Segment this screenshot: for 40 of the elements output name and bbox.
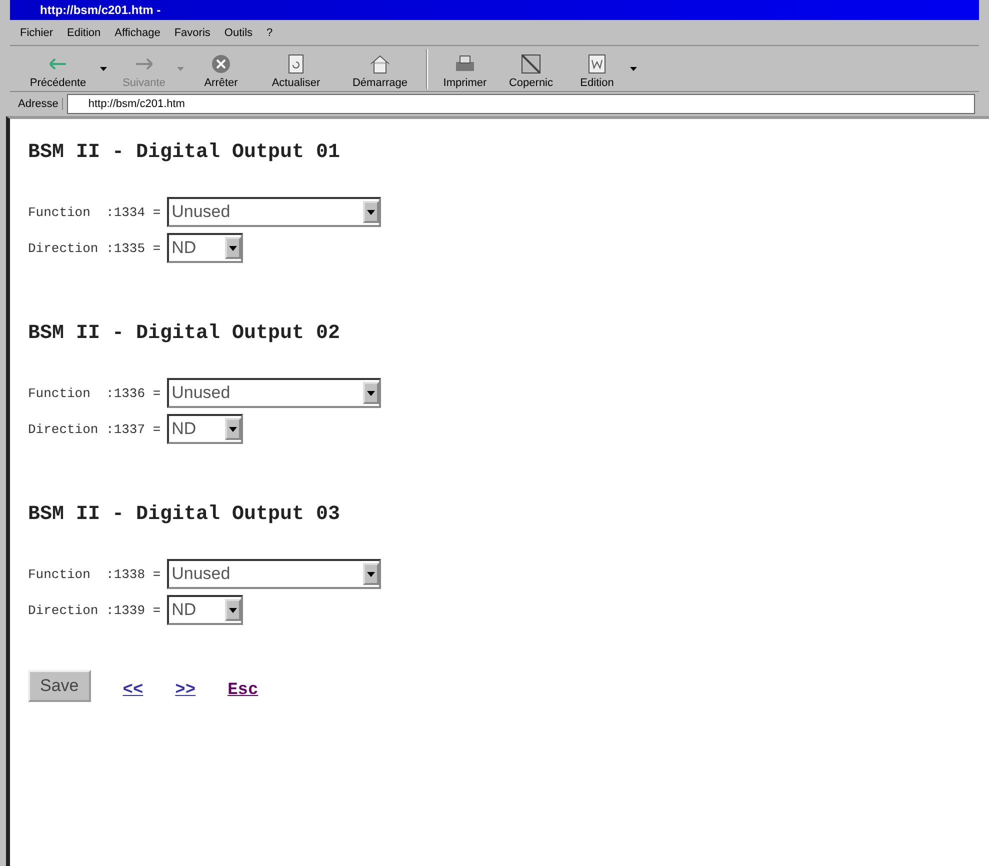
- toolbar-button[interactable]: Copernic: [498, 53, 564, 89]
- field-label: Function :1334 =: [28, 204, 161, 220]
- field-label: Function :1338 =: [28, 566, 161, 582]
- section-heading: BSM II - Digital Output 03: [28, 503, 342, 526]
- menu-item[interactable]: Edition: [67, 26, 101, 38]
- field-label: Direction :1337 =: [28, 422, 161, 436]
- dropdown-select[interactable]: Unused: [166, 197, 381, 227]
- field-label: Function :1336 =: [28, 386, 161, 400]
- toolbar-button[interactable]: Edition: [564, 53, 630, 89]
- toolbar-button[interactable]: Démarrage: [338, 53, 422, 89]
- dropdown-select[interactable]: Unused: [166, 378, 381, 408]
- nav-link[interactable]: Esc: [228, 680, 258, 700]
- address-label: Adresse: [14, 98, 64, 110]
- dropdown-caret-icon[interactable]: [100, 67, 107, 71]
- home-icon: [368, 53, 392, 75]
- menu-item[interactable]: Fichier: [20, 26, 54, 38]
- dropdown-select[interactable]: ND: [166, 414, 243, 444]
- address-field[interactable]: http://bsm/c201.htm: [67, 94, 975, 114]
- save-button[interactable]: Save: [28, 670, 91, 702]
- stop-icon: [209, 53, 233, 75]
- dropdown-select[interactable]: Unused: [166, 559, 381, 589]
- menu-item[interactable]: Affichage: [114, 26, 160, 38]
- dropdown-select[interactable]: ND: [166, 595, 243, 625]
- menu-item[interactable]: ?: [266, 26, 273, 38]
- toolbar-button[interactable]: Actualiser: [254, 53, 338, 89]
- menu-item[interactable]: Outils: [224, 26, 253, 38]
- nav-link[interactable]: >>: [175, 680, 196, 700]
- nav-link[interactable]: <<: [122, 680, 144, 700]
- dropdown-select[interactable]: ND: [166, 233, 243, 263]
- dropdown-caret-icon[interactable]: [630, 67, 637, 71]
- field-label: Direction :1339 =: [28, 602, 161, 618]
- toolbar-button[interactable]: Arrêter: [188, 53, 254, 89]
- section-heading: BSM II - Digital Output 02: [28, 322, 342, 345]
- document-icon: [519, 53, 543, 75]
- field-label: Direction :1335 =: [28, 240, 161, 256]
- window-title: http://bsm/c201.htm -: [10, 0, 979, 20]
- toolbar-button[interactable]: Précédente: [16, 53, 100, 89]
- menu-item[interactable]: Favoris: [174, 26, 210, 38]
- section-heading: BSM II - Digital Output 01: [28, 141, 342, 164]
- toolbar-button[interactable]: Imprimer: [432, 53, 498, 89]
